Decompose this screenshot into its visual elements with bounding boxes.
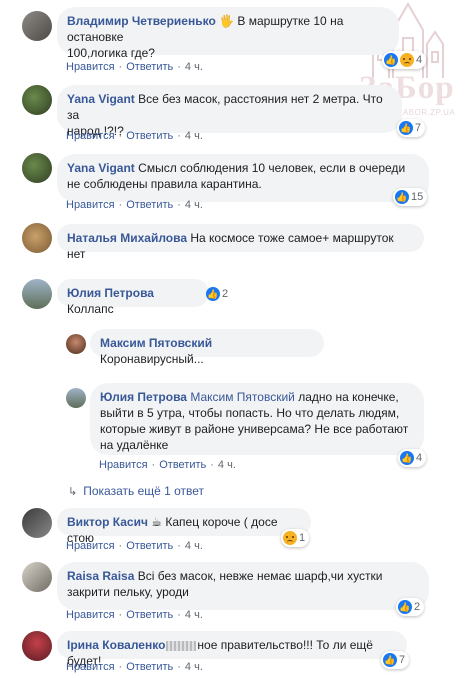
comment-bubble: Виктор Касич ☕ Капец короче ( досе стою	[57, 508, 311, 545]
sad-icon	[283, 531, 297, 545]
comment-text: не соблюдены правила карантина.	[67, 177, 262, 191]
comment-bubble: Владимир Четвериенько 🖐 В маршрутке 10 н…	[57, 7, 399, 60]
timestamp[interactable]: 4 ч.	[185, 540, 203, 552]
avatar[interactable]	[66, 388, 86, 408]
timestamp[interactable]: 4 ч.	[185, 609, 203, 621]
author-name[interactable]: Юлия Петрова	[67, 286, 154, 300]
comment-bubble: Yana Vigant Все без масок, расстояния не…	[57, 85, 402, 138]
reaction-count: 1	[299, 532, 306, 544]
reply-link[interactable]: Ответить	[126, 130, 173, 142]
like-icon: 👍	[399, 121, 413, 135]
like-link[interactable]: Нравится	[66, 61, 115, 73]
like-icon: 👍	[400, 451, 414, 465]
comment-bubble: Raisa Raisa Всі без масок, невже немає ш…	[57, 562, 429, 610]
comment-text: ладно на конечке,	[294, 390, 399, 404]
like-link[interactable]: Нравится	[66, 199, 115, 211]
reply-bubble: Максим Пятовский Коронавирусный...	[90, 329, 324, 366]
reaction-count: 2	[414, 601, 421, 613]
reaction-counter[interactable]: 👍 15	[393, 188, 428, 206]
comment-text: Коронавирусный...	[100, 352, 204, 366]
reply-bubble: Юлия Петрова Максим Пятовский ладно на к…	[90, 383, 424, 455]
reaction-counter[interactable]: 👍 7	[397, 119, 426, 137]
timestamp[interactable]: 4 ч.	[185, 61, 203, 73]
comment-actions: Нравится · Ответить · 4 ч.	[66, 540, 203, 552]
like-icon: 👍	[206, 287, 220, 301]
author-name[interactable]: Владимир Четвериенько	[67, 14, 216, 28]
comment-actions: Нравится · Ответить · 4 ч.	[66, 61, 203, 73]
comment-actions: Нравится · Ответить · 4 ч.	[66, 130, 203, 142]
author-name[interactable]: Raisa Raisa	[67, 569, 134, 583]
like-link[interactable]: Нравится	[66, 609, 115, 621]
comment-text: Всі без масок, невже немає шарф,чи хустк…	[134, 569, 383, 583]
comment-bubble: Юлия Петрова Коллапс	[57, 279, 209, 316]
timestamp[interactable]: 4 ч.	[185, 130, 203, 142]
avatar[interactable]	[22, 85, 52, 115]
avatar[interactable]	[22, 279, 52, 309]
reply-link[interactable]: Ответить	[126, 540, 173, 552]
author-name[interactable]: Yana Vigant	[67, 161, 135, 175]
reaction-counter[interactable]: 👍 4	[382, 51, 427, 69]
reaction-counter[interactable]: 👍 2	[204, 285, 232, 303]
reaction-count: 4	[416, 54, 423, 66]
like-icon: 👍	[384, 53, 398, 67]
author-name[interactable]: Максим Пятовский	[100, 336, 212, 350]
comment-actions: Нравится · Ответить · 4 ч.	[66, 609, 203, 621]
comment-text: которые живут в районе универсама? Не вс…	[100, 422, 409, 436]
avatar[interactable]	[22, 11, 52, 41]
reaction-count: 7	[399, 654, 406, 666]
reply-link[interactable]: Ответить	[126, 661, 173, 673]
comment-text: Коллапс	[67, 302, 114, 316]
avatar[interactable]	[22, 562, 52, 592]
comment-text: 100,логика где?	[67, 46, 155, 60]
like-link[interactable]: Нравится	[99, 459, 148, 471]
like-link[interactable]: Нравится	[66, 540, 115, 552]
like-icon: 👍	[398, 600, 412, 614]
avatar[interactable]	[22, 508, 52, 538]
avatar[interactable]	[22, 153, 52, 183]
reply-arrow-icon: ↳	[68, 486, 78, 498]
like-icon: 👍	[395, 190, 409, 204]
reply-link[interactable]: Ответить	[126, 61, 173, 73]
reaction-counter[interactable]: 👍 2	[396, 598, 425, 616]
avatar[interactable]	[66, 334, 86, 354]
timestamp[interactable]: 4 ч.	[218, 459, 236, 471]
comment-bubble: Ірина Коваленко ное правительство!!! То л…	[57, 631, 407, 668]
comment-bubble: Yana Vigant Смысл соблюдения 10 человек,…	[57, 154, 429, 202]
author-name[interactable]: Наталья Михайлова	[67, 231, 187, 245]
comment-actions: Нравится · Ответить · 4 ч.	[99, 459, 236, 471]
reply-link[interactable]: Ответить	[159, 459, 206, 471]
mention-link[interactable]: Максим Пятовский	[190, 390, 295, 404]
reaction-counter[interactable]: 1	[281, 529, 310, 547]
author-name[interactable]: Виктор Касич	[67, 515, 148, 529]
like-icon: 👍	[383, 653, 397, 667]
comment-bubble: Наталья Михайлова На космосе тоже самое+…	[57, 224, 424, 261]
redacted-text	[166, 640, 197, 651]
reaction-count: 7	[415, 122, 422, 134]
timestamp[interactable]: 4 ч.	[185, 661, 203, 673]
like-link[interactable]: Нравится	[66, 661, 115, 673]
comment-text: на удалёнке	[100, 438, 169, 452]
like-link[interactable]: Нравится	[66, 130, 115, 142]
reaction-count: 15	[411, 191, 424, 203]
comment-text: выйти в 5 утра, чтобы попасть. Но что де…	[100, 406, 400, 420]
reaction-counter[interactable]: 👍 4	[398, 449, 427, 467]
comment-actions: Нравится · Ответить · 4 ч.	[66, 199, 203, 211]
comment-text: закрити пельку, уроди	[67, 585, 189, 599]
author-name[interactable]: Юлия Петрова	[100, 390, 187, 404]
comment-actions: Нравится · Ответить · 4 ч.	[66, 661, 203, 673]
avatar[interactable]	[22, 631, 52, 661]
avatar[interactable]	[22, 223, 52, 253]
author-name[interactable]: Ірина Коваленко	[67, 638, 165, 652]
reply-link[interactable]: Ответить	[126, 199, 173, 211]
timestamp[interactable]: 4 ч.	[185, 199, 203, 211]
reaction-count: 2	[222, 288, 229, 300]
reaction-count: 4	[416, 452, 423, 464]
author-name[interactable]: Yana Vigant	[67, 92, 135, 106]
comment-text: Смысл соблюдения 10 человек, если в очер…	[134, 161, 406, 175]
sad-icon	[400, 53, 414, 67]
show-more-replies[interactable]: ↳ Показать ещё 1 ответ	[68, 484, 204, 498]
reaction-counter[interactable]: 👍 7	[381, 651, 410, 669]
reply-link[interactable]: Ответить	[126, 609, 173, 621]
